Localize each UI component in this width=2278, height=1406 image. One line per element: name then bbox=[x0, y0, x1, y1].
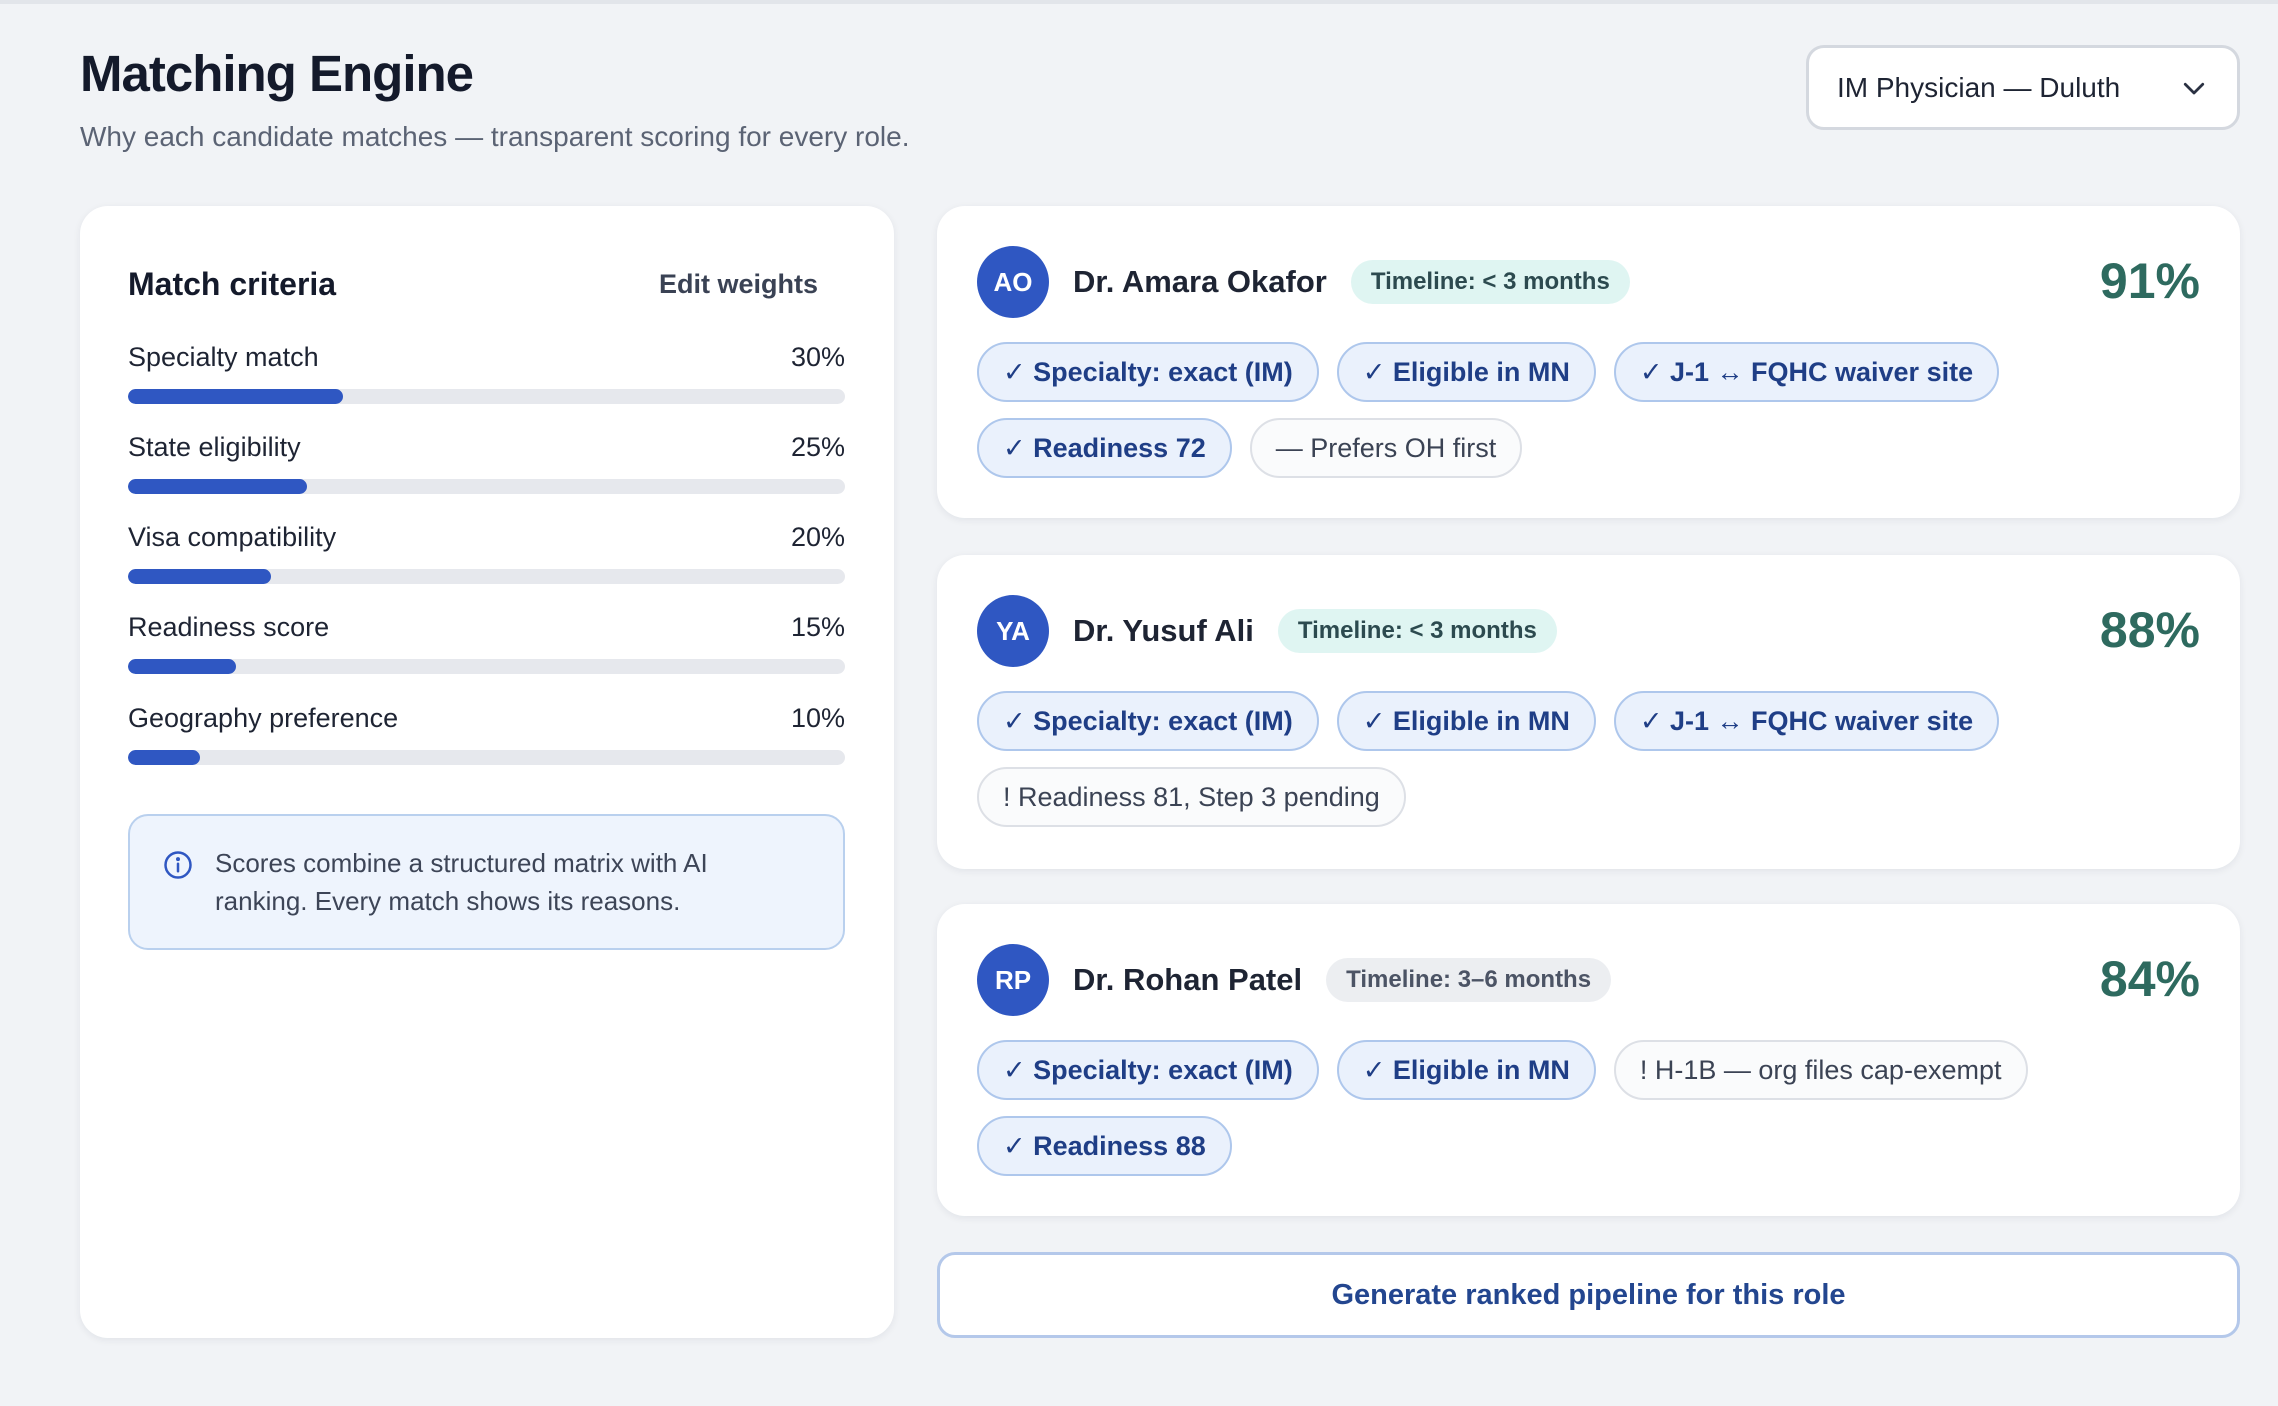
role-select[interactable]: IM Physician — Duluth bbox=[1806, 45, 2240, 130]
criterion-bar-track bbox=[128, 659, 845, 674]
role-select-value: IM Physician — Duluth bbox=[1837, 71, 2121, 103]
criterion-bar-track bbox=[128, 479, 845, 494]
avatar: AO bbox=[977, 246, 1049, 318]
criterion-bar-fill bbox=[128, 389, 344, 404]
match-score: 88% bbox=[2099, 602, 2200, 658]
criterion-weight: 30% bbox=[790, 342, 845, 372]
candidate-card[interactable]: RP Dr. Rohan Patel Timeline: 3–6 months … bbox=[937, 904, 2240, 1216]
reason-chip: ! H-1B — org files cap-exempt bbox=[1613, 1040, 2028, 1100]
reason-chip: ✓ Readiness 72 bbox=[977, 418, 1232, 478]
criterion-bar-fill bbox=[128, 750, 200, 765]
criterion-label: Specialty match bbox=[128, 342, 319, 372]
timeline-badge: Timeline: 3–6 months bbox=[1326, 958, 1612, 1002]
candidate-name[interactable]: Dr. Yusuf Ali bbox=[1073, 613, 1254, 649]
reason-chip: ✓ Readiness 88 bbox=[977, 1116, 1232, 1176]
reason-chip: ✓ J-1 ↔ FQHC waiver site bbox=[1613, 342, 2000, 402]
criterion-readiness: Readiness score 15% bbox=[128, 612, 845, 674]
criterion-weight: 25% bbox=[790, 432, 845, 462]
criterion-specialty: Specialty match 30% bbox=[128, 342, 845, 404]
scoring-info-box: Scores combine a structured matrix with … bbox=[128, 814, 845, 950]
criterion-label: Geography preference bbox=[128, 703, 399, 733]
page-title: Matching Engine bbox=[80, 45, 474, 102]
criterion-weight: 20% bbox=[790, 522, 845, 552]
criterion-bar-fill bbox=[128, 659, 236, 674]
reason-chip: ✓ Eligible in MN bbox=[1336, 1040, 1596, 1100]
match-score: 84% bbox=[2099, 951, 2200, 1007]
match-score: 91% bbox=[2099, 253, 2200, 309]
criterion-label: State eligibility bbox=[128, 432, 301, 462]
reason-chip: ✓ Eligible in MN bbox=[1336, 342, 1596, 402]
criterion-weight: 15% bbox=[790, 612, 845, 642]
criterion-bar-fill bbox=[128, 569, 272, 584]
criterion-bar-track bbox=[128, 389, 845, 404]
page-subtitle: Why each candidate matches — transparent… bbox=[80, 121, 910, 152]
criterion-bar-fill bbox=[128, 479, 308, 494]
reason-chip: — Prefers OH first bbox=[1249, 418, 1523, 478]
candidate-header: AO Dr. Amara Okafor Timeline: < 3 months bbox=[977, 246, 1630, 318]
avatar: YA bbox=[977, 595, 1049, 667]
criterion-state: State eligibility 25% bbox=[128, 432, 845, 494]
reason-chip: ✓ Specialty: exact (IM) bbox=[977, 342, 1319, 402]
criterion-bar-track bbox=[128, 569, 845, 584]
candidate-card[interactable]: AO Dr. Amara Okafor Timeline: < 3 months… bbox=[937, 206, 2240, 518]
criterion-label: Visa compatibility bbox=[128, 522, 337, 552]
reason-chip: ✓ Specialty: exact (IM) bbox=[977, 691, 1319, 751]
generate-pipeline-button[interactable]: Generate ranked pipeline for this role bbox=[937, 1252, 2240, 1338]
candidate-card[interactable]: YA Dr. Yusuf Ali Timeline: < 3 months 88… bbox=[937, 555, 2240, 869]
match-reasons: ✓ Specialty: exact (IM) ✓ Eligible in MN… bbox=[977, 342, 2037, 478]
candidate-header: YA Dr. Yusuf Ali Timeline: < 3 months bbox=[977, 595, 1557, 667]
criterion-bar-track bbox=[128, 750, 845, 765]
chevron-down-icon bbox=[2183, 82, 2205, 94]
criterion-geography: Geography preference 10% bbox=[128, 703, 845, 765]
top-divider bbox=[0, 0, 2278, 4]
reason-chip: ✓ Eligible in MN bbox=[1336, 691, 1596, 751]
criterion-label: Readiness score bbox=[128, 612, 330, 642]
timeline-badge: Timeline: < 3 months bbox=[1350, 260, 1630, 304]
criteria-title: Match criteria bbox=[128, 266, 337, 302]
avatar: RP bbox=[977, 944, 1049, 1016]
criteria-header: Match criteria Edit weights bbox=[128, 266, 818, 303]
match-reasons: ✓ Specialty: exact (IM) ✓ Eligible in MN… bbox=[977, 1040, 2037, 1176]
page-header: Matching Engine Why each candidate match… bbox=[80, 44, 910, 153]
candidate-name[interactable]: Dr. Rohan Patel bbox=[1073, 962, 1302, 998]
edit-weights-button[interactable]: Edit weights bbox=[659, 269, 818, 300]
match-reasons: ✓ Specialty: exact (IM) ✓ Eligible in MN… bbox=[977, 691, 2037, 827]
reason-chip: ! Readiness 81, Step 3 pending bbox=[977, 767, 1406, 827]
reason-chip: ✓ Specialty: exact (IM) bbox=[977, 1040, 1319, 1100]
candidate-header: RP Dr. Rohan Patel Timeline: 3–6 months bbox=[977, 944, 1612, 1016]
criterion-weight: 10% bbox=[790, 703, 845, 733]
match-criteria-panel: Match criteria Edit weights Specialty ma… bbox=[80, 206, 894, 1338]
reason-chip: ✓ J-1 ↔ FQHC waiver site bbox=[1613, 691, 2000, 751]
criterion-visa: Visa compatibility 20% bbox=[128, 522, 845, 584]
info-icon bbox=[164, 851, 192, 879]
candidate-name[interactable]: Dr. Amara Okafor bbox=[1073, 264, 1327, 300]
timeline-badge: Timeline: < 3 months bbox=[1277, 609, 1557, 653]
info-text: Scores combine a structured matrix with … bbox=[215, 848, 708, 916]
